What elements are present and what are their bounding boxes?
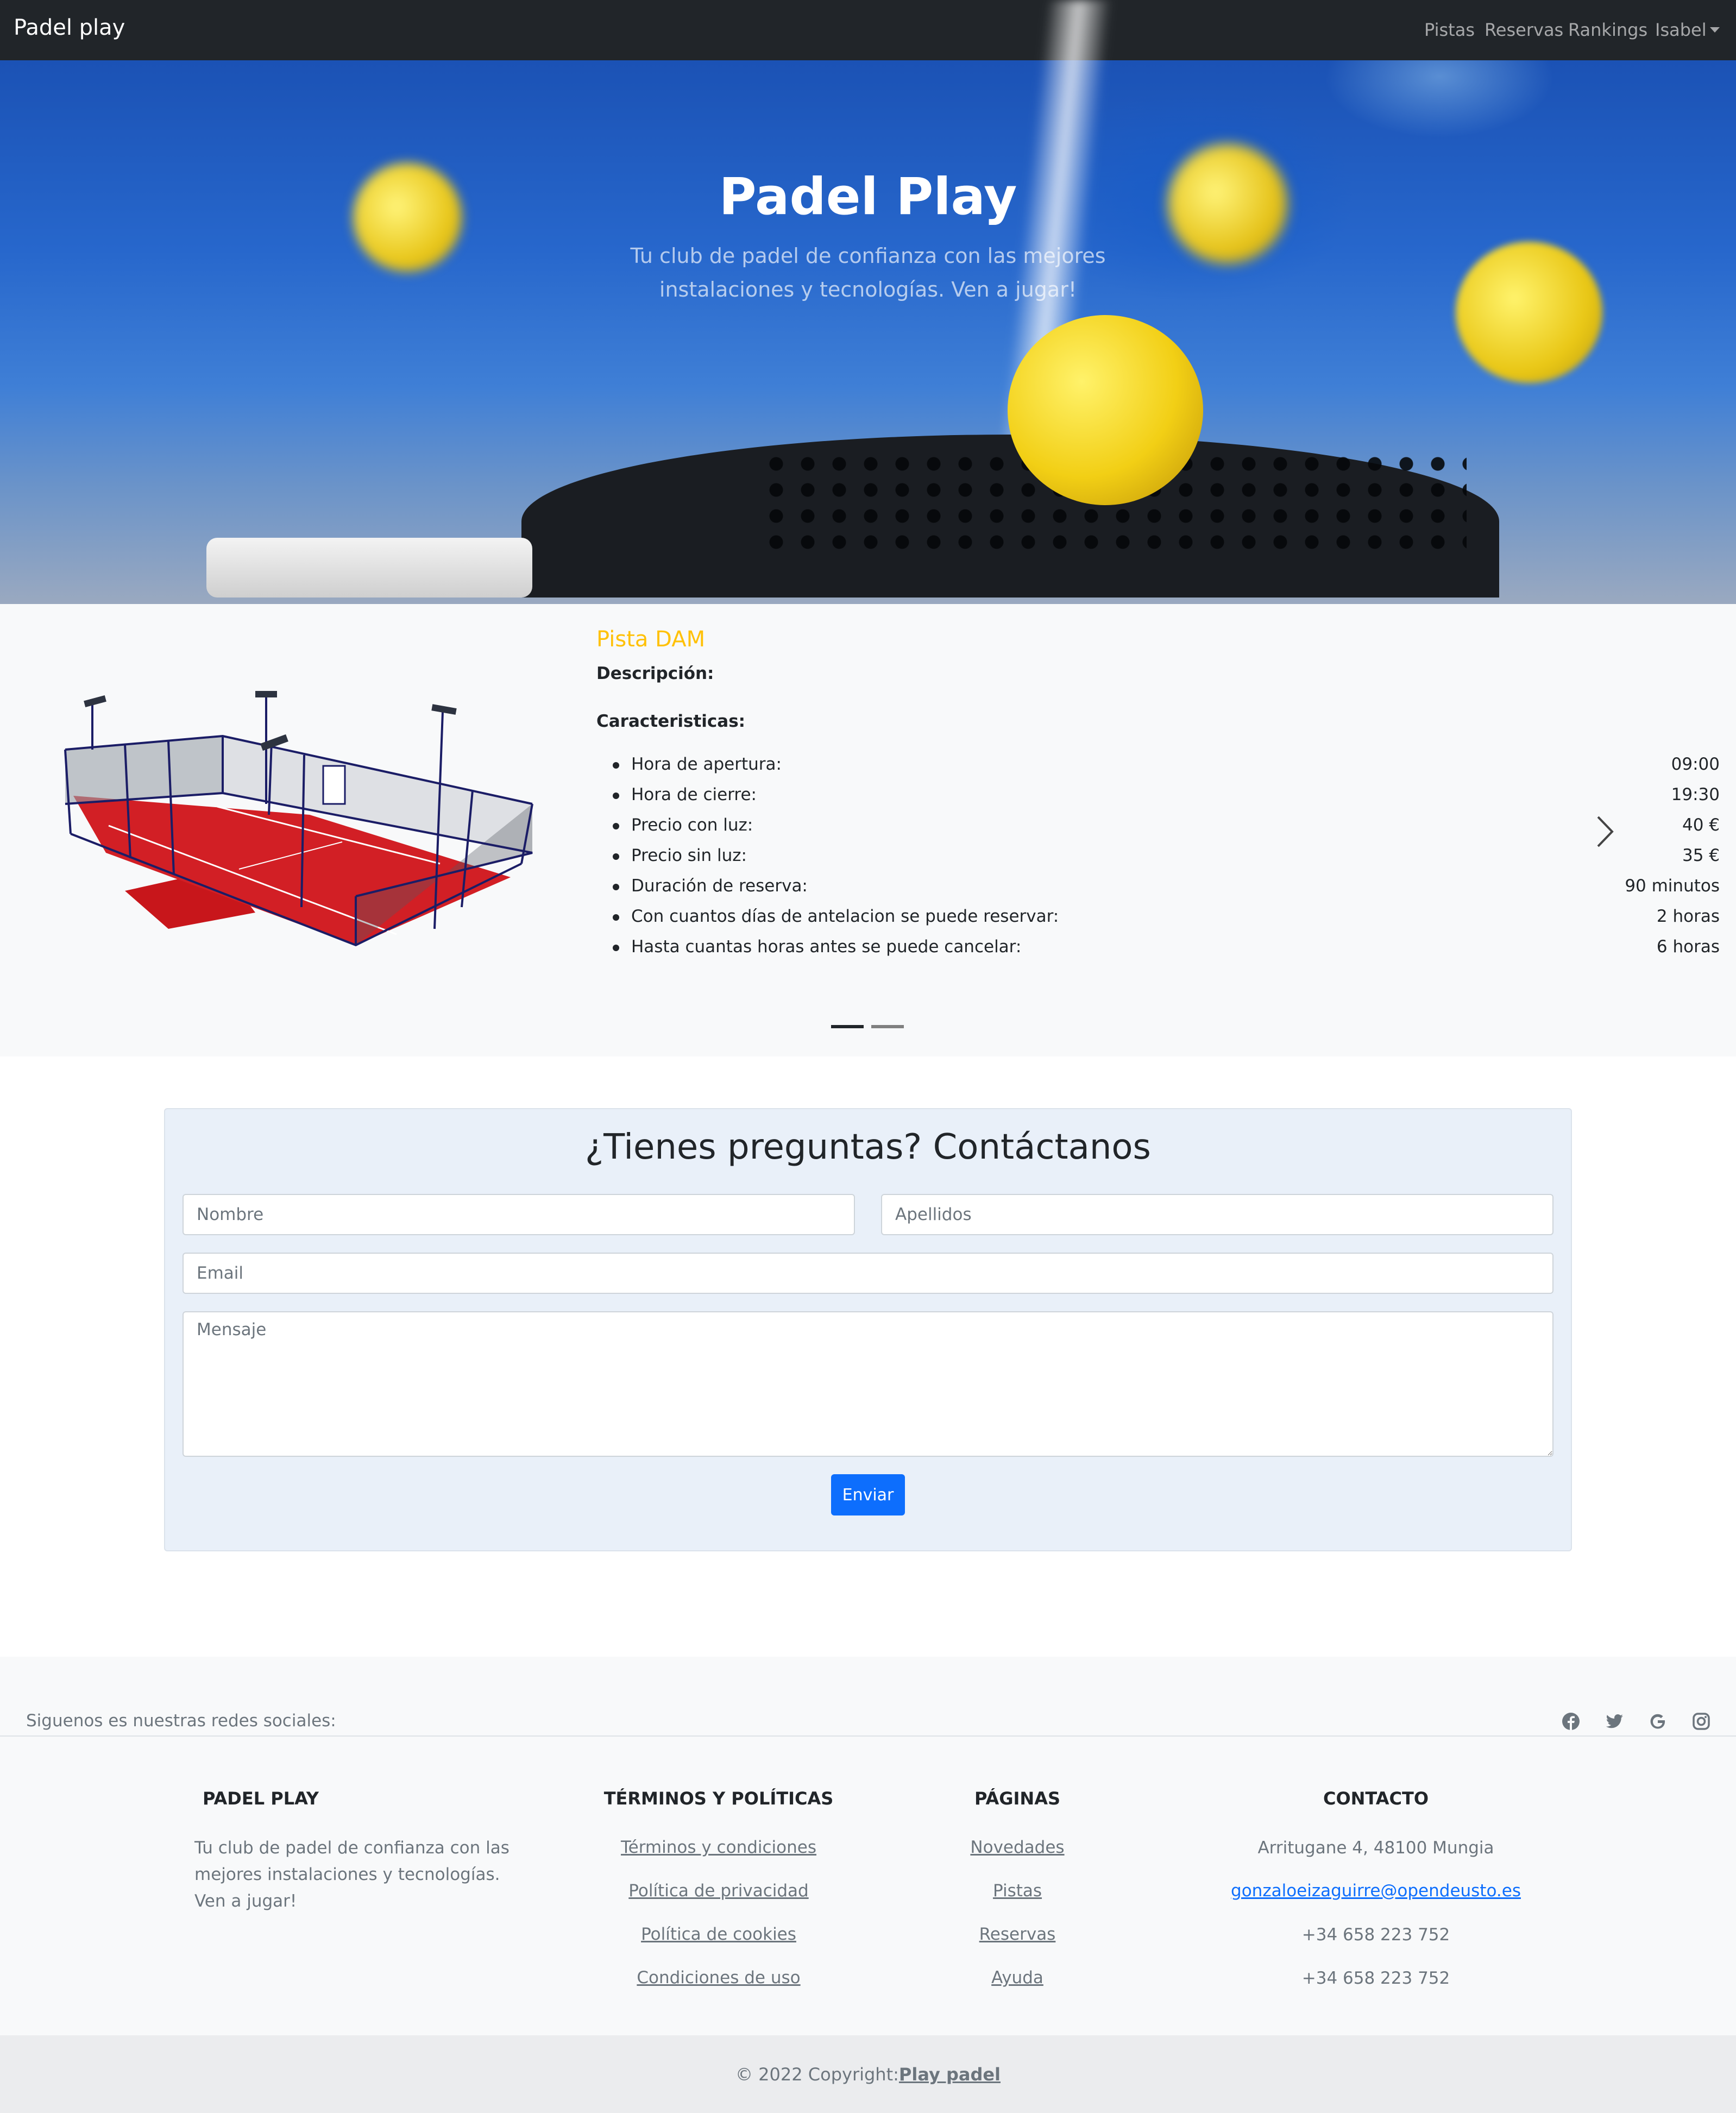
feature-key: Precio con luz: bbox=[631, 815, 753, 835]
footer-link-terminos[interactable]: Términos y condiciones bbox=[570, 1838, 867, 1857]
carousel-indicator-2[interactable] bbox=[871, 1025, 904, 1028]
footer-phone: +34 658 223 752 bbox=[1301, 1969, 1450, 1988]
footer-link-novedades[interactable]: Novedades bbox=[929, 1838, 1106, 1857]
footer-brand-text: Tu club de padel de confianza con las me… bbox=[194, 1838, 510, 1911]
facebook-icon[interactable] bbox=[1561, 1711, 1581, 1732]
footer-link-reservas[interactable]: Reservas bbox=[929, 1925, 1106, 1944]
copyright-text: © 2022 Copyright:Play padel bbox=[0, 2064, 1736, 2085]
apellidos-input[interactable] bbox=[881, 1194, 1553, 1235]
bullet bbox=[613, 793, 619, 799]
bullet bbox=[613, 884, 619, 890]
padel-court-image bbox=[64, 691, 543, 961]
footer-link-privacidad[interactable]: Política de privacidad bbox=[570, 1881, 867, 1901]
list-item: Precio sin luz: 35 € bbox=[596, 844, 1720, 874]
feature-value: 09:00 bbox=[1671, 754, 1720, 774]
footer-email-link[interactable]: gonzaloeizaguirre@opendeusto.es bbox=[1222, 1881, 1530, 1901]
description-label: Descripción: bbox=[596, 664, 714, 683]
chevron-right-icon[interactable] bbox=[1586, 813, 1624, 851]
footer-address: Arritugane 4, 48100 Mungia bbox=[1257, 1838, 1494, 1858]
hero-title: Padel Play bbox=[719, 167, 1017, 227]
features-label: Caracteristicas: bbox=[596, 712, 746, 731]
bullet bbox=[613, 762, 619, 769]
nombre-input[interactable] bbox=[183, 1194, 855, 1235]
footer-phone: +34 658 223 752 bbox=[1301, 1925, 1450, 1945]
nav-link-reservas[interactable]: Reservas bbox=[1485, 20, 1563, 40]
feature-key: Hora de cierre: bbox=[631, 785, 757, 804]
enviar-button[interactable]: Enviar bbox=[831, 1474, 905, 1515]
feature-value: 90 minutos bbox=[1625, 876, 1720, 896]
google-icon[interactable] bbox=[1647, 1711, 1668, 1732]
footer-pages-title: PÁGINAS bbox=[974, 1788, 1061, 1809]
hero-subtitle: Tu club de padel de confianza con las me… bbox=[630, 244, 1106, 301]
features-list: Hora de apertura: 09:00 Hora de cierre: 19… bbox=[596, 752, 1720, 965]
mensaje-textarea[interactable] bbox=[183, 1311, 1553, 1457]
list-item: Con cuantos días de antelacion se puede … bbox=[596, 904, 1720, 935]
list-item: Duración de reserva: 90 minutos bbox=[596, 874, 1720, 904]
feature-value: 19:30 bbox=[1671, 785, 1720, 804]
feature-key: Con cuantos días de antelacion se puede … bbox=[631, 907, 1059, 926]
tennis-ball bbox=[1456, 242, 1602, 383]
carousel-indicator-1[interactable] bbox=[831, 1025, 864, 1028]
copyright-prefix: © 2022 Copyright: bbox=[735, 2064, 899, 2085]
footer-terms-title: TÉRMINOS Y POLÍTICAS bbox=[603, 1788, 834, 1809]
feature-key: Duración de reserva: bbox=[631, 876, 808, 896]
bullet bbox=[613, 945, 619, 951]
nav-link-pistas[interactable]: Pistas bbox=[1424, 20, 1475, 40]
feature-key: Hora de apertura: bbox=[631, 754, 782, 774]
feature-key: Hasta cuantas horas antes se puede cance… bbox=[631, 937, 1022, 957]
social-text: Siguenos es nuestras redes sociales: bbox=[26, 1711, 336, 1731]
feature-value: 6 horas bbox=[1656, 937, 1720, 957]
list-item: Precio con luz: 40 € bbox=[596, 813, 1720, 844]
footer-link-cookies[interactable]: Política de cookies bbox=[570, 1925, 867, 1944]
user-name: Isabel bbox=[1655, 20, 1707, 40]
feature-value: 35 € bbox=[1682, 846, 1720, 865]
twitter-icon[interactable] bbox=[1604, 1711, 1625, 1732]
pista-title: Pista DAM bbox=[596, 627, 706, 652]
caret-down-icon bbox=[1709, 27, 1720, 33]
bullet bbox=[613, 914, 619, 921]
copyright-link[interactable]: Play padel bbox=[899, 2064, 1001, 2085]
user-dropdown[interactable]: Isabel bbox=[1655, 20, 1720, 40]
list-item: Hora de apertura: 09:00 bbox=[596, 752, 1720, 783]
footer-contact-title: CONTACTO bbox=[1323, 1788, 1429, 1809]
navbar bbox=[0, 0, 1736, 60]
footer-link-ayuda[interactable]: Ayuda bbox=[929, 1968, 1106, 1988]
instagram-icon[interactable] bbox=[1691, 1711, 1712, 1732]
footer-link-pistas[interactable]: Pistas bbox=[929, 1881, 1106, 1901]
tennis-ball bbox=[1008, 315, 1203, 505]
feature-value: 2 horas bbox=[1656, 907, 1720, 926]
racket-handle bbox=[206, 538, 532, 598]
list-item: Hora de cierre: 19:30 bbox=[596, 783, 1720, 813]
contact-title: ¿Tienes preguntas? Contáctanos bbox=[585, 1127, 1151, 1167]
bullet bbox=[613, 853, 619, 860]
feature-key: Precio sin luz: bbox=[631, 846, 747, 865]
footer-link-condiciones[interactable]: Condiciones de uso bbox=[570, 1968, 867, 1988]
feature-value: 40 € bbox=[1682, 815, 1720, 835]
navbar-brand[interactable]: Padel play bbox=[14, 15, 125, 40]
footer-brand-title: PADEL PLAY bbox=[203, 1788, 319, 1809]
email-input[interactable] bbox=[183, 1253, 1553, 1294]
list-item: Hasta cuantas horas antes se puede cance… bbox=[596, 935, 1720, 965]
nav-link-rankings[interactable]: Rankings bbox=[1568, 20, 1647, 40]
bullet bbox=[613, 823, 619, 829]
